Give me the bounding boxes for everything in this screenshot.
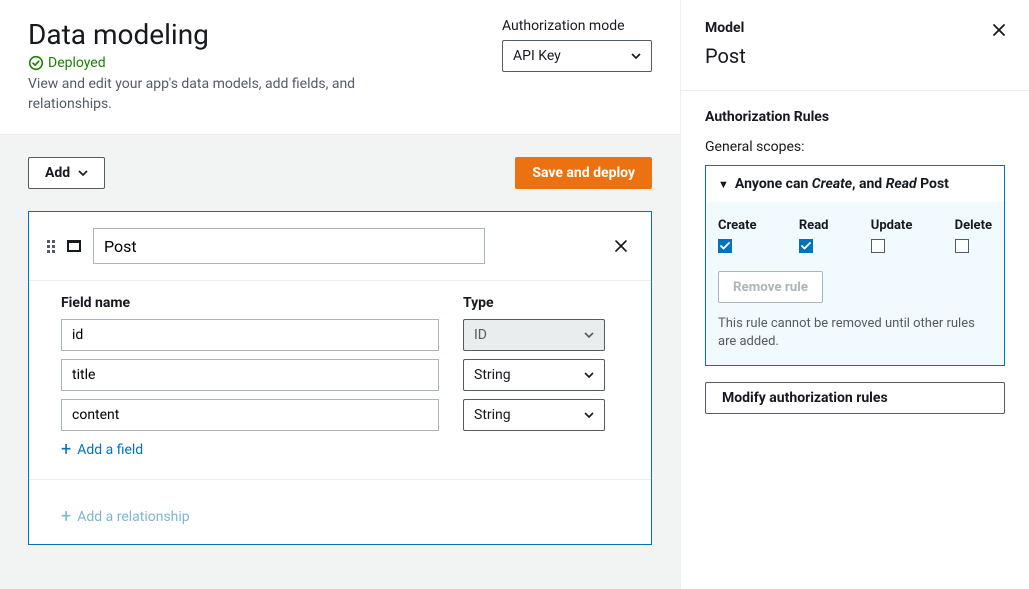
page-subtitle: View and edit your app's data models, ad… [28, 75, 408, 114]
perm-update-label: Update [871, 218, 913, 233]
field-type-select[interactable]: String [463, 359, 605, 391]
panel-model-name: Post [705, 44, 1005, 68]
auth-rules-title: Authorization Rules [705, 109, 1005, 125]
field-type-select: ID [463, 319, 605, 351]
deploy-status-text: Deployed [48, 55, 106, 71]
model-card: Field name Type ID String [28, 211, 652, 545]
chevron-down-icon [584, 412, 594, 418]
field-type-header: Type [463, 295, 494, 311]
close-icon [991, 22, 1007, 38]
field-name-input[interactable] [61, 319, 439, 351]
field-type-value: String [474, 367, 511, 383]
chevron-down-icon [631, 53, 641, 59]
perm-delete-label: Delete [955, 218, 992, 233]
perm-create-label: Create [718, 218, 757, 233]
add-relationship-button[interactable]: + Add a relationship [61, 508, 619, 526]
close-model-button[interactable] [609, 234, 633, 258]
field-name-input[interactable] [61, 359, 439, 391]
add-relationship-label: Add a relationship [77, 509, 189, 525]
field-name-header: Field name [61, 295, 439, 311]
perm-read-checkbox[interactable] [799, 239, 813, 253]
perm-update-checkbox[interactable] [871, 239, 885, 253]
model-icon [67, 240, 81, 252]
field-type-select[interactable]: String [463, 399, 605, 431]
remove-rule-button: Remove rule [718, 271, 823, 303]
rule-text: Anyone can [735, 176, 812, 192]
rule-read-emphasis: Read [886, 176, 917, 192]
save-deploy-button[interactable]: Save and deploy [515, 157, 652, 189]
plus-icon: + [61, 441, 71, 459]
close-icon [613, 238, 629, 254]
auth-mode-value: API Key [513, 48, 561, 64]
perm-read-label: Read [799, 218, 829, 233]
field-name-input[interactable] [61, 399, 439, 431]
rule-create-emphasis: Create [812, 176, 852, 192]
chevron-down-icon [584, 372, 594, 378]
side-panel: Model Post Authorization Rules General s… [680, 0, 1029, 589]
close-panel-button[interactable] [991, 22, 1007, 42]
modify-auth-rules-button[interactable]: Modify authorization rules [705, 382, 1005, 414]
field-row: String [61, 399, 619, 431]
toolbar: Add Save and deploy [0, 135, 680, 211]
panel-label: Model [705, 20, 1005, 36]
model-name-input[interactable] [93, 228, 485, 264]
rule-text: Post [917, 176, 949, 192]
chevron-down-icon [78, 170, 88, 176]
deploy-status: Deployed [28, 55, 408, 71]
check-circle-icon [28, 55, 44, 71]
add-button[interactable]: Add [28, 157, 105, 189]
triangle-down-icon: ▼ [718, 178, 729, 191]
drag-handle-icon[interactable] [47, 240, 55, 253]
add-button-label: Add [45, 165, 70, 181]
field-type-value: String [474, 407, 511, 423]
rule-header[interactable]: ▼ Anyone can Create, and Read Post [706, 166, 1004, 202]
auth-mode-label: Authorization mode [502, 18, 652, 34]
rule-text: , and [852, 176, 886, 192]
plus-icon: + [61, 508, 71, 526]
field-type-value: ID [474, 327, 487, 343]
perm-delete-checkbox[interactable] [955, 239, 969, 253]
save-deploy-label: Save and deploy [532, 165, 635, 181]
field-row: ID [61, 319, 619, 351]
perm-create-checkbox[interactable] [718, 239, 732, 253]
chevron-down-icon [584, 332, 594, 338]
field-row: String [61, 359, 619, 391]
general-scopes-label: General scopes: [705, 139, 1005, 155]
auth-rule: ▼ Anyone can Create, and Read Post Creat… [705, 165, 1005, 366]
rule-note: This rule cannot be removed until other … [718, 315, 992, 351]
add-field-label: Add a field [77, 442, 143, 458]
add-field-button[interactable]: + Add a field [61, 441, 619, 459]
auth-mode-select[interactable]: API Key [502, 40, 652, 72]
page-title: Data modeling [28, 18, 408, 51]
page-header: Data modeling Deployed View and edit you… [0, 0, 680, 135]
